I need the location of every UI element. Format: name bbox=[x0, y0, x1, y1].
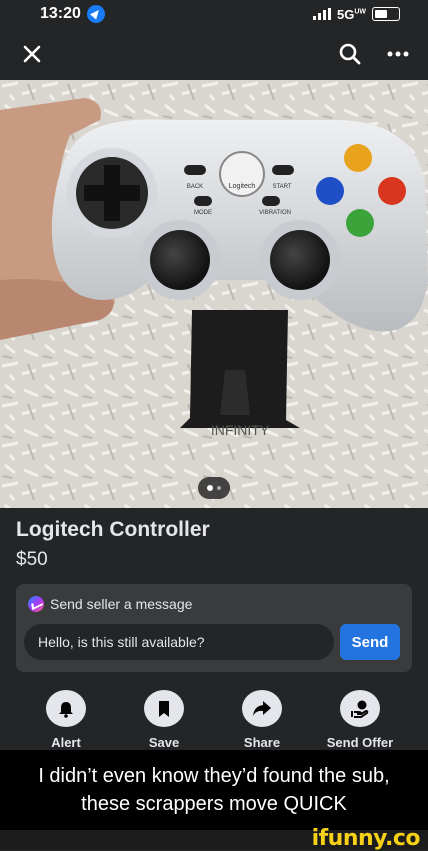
listing-photo[interactable]: INFINITY Logitech BACK START MODE VIBRAT… bbox=[0, 80, 428, 508]
save-action[interactable]: Save bbox=[115, 690, 213, 750]
listing-title: Logitech Controller bbox=[16, 518, 210, 541]
send-offer-action[interactable]: Send Offer bbox=[311, 690, 409, 750]
more-icon[interactable] bbox=[382, 38, 414, 70]
bell-icon[interactable] bbox=[46, 690, 86, 727]
image-pager-dots[interactable] bbox=[198, 477, 230, 499]
search-icon[interactable] bbox=[334, 38, 366, 70]
brand-text: Logitech bbox=[229, 183, 256, 190]
send-button[interactable]: Send bbox=[340, 624, 400, 660]
alert-action[interactable]: Alert bbox=[17, 690, 115, 750]
message-header: Send seller a message bbox=[28, 596, 192, 612]
status-time: 13:20 bbox=[40, 5, 105, 23]
status-indicators: 5GUW bbox=[312, 6, 400, 22]
network-label: 5GUW bbox=[336, 6, 366, 22]
status-bar: 13:20 5GUW bbox=[0, 0, 428, 28]
message-seller-card: Send seller a message Send bbox=[16, 584, 412, 672]
top-nav bbox=[0, 30, 428, 78]
battery-icon bbox=[372, 7, 400, 21]
controller-photo-illustration: INFINITY Logitech BACK START MODE VIBRAT… bbox=[0, 80, 428, 508]
location-icon bbox=[86, 5, 105, 23]
mount-text: INFINITY bbox=[211, 422, 270, 438]
time-text: 13:20 bbox=[40, 5, 81, 22]
ifunny-watermark: ifunny.co bbox=[311, 826, 421, 851]
share-label: Share bbox=[243, 735, 281, 750]
message-header-label: Send seller a message bbox=[50, 596, 193, 612]
signal-icon bbox=[312, 8, 331, 20]
share-action[interactable]: Share bbox=[213, 690, 311, 750]
message-input[interactable] bbox=[24, 624, 334, 660]
start-text: START bbox=[272, 184, 291, 190]
bookmark-icon[interactable] bbox=[144, 690, 184, 727]
back-text: BACK bbox=[187, 184, 203, 190]
save-label: Save bbox=[148, 735, 180, 750]
listing-price: $50 bbox=[16, 549, 48, 570]
meme-caption: I didn’t even know they’d found the sub,… bbox=[0, 750, 428, 830]
messenger-icon bbox=[28, 596, 44, 612]
vibration-text: VIBRATION bbox=[259, 210, 291, 216]
alert-label: Alert bbox=[51, 735, 81, 750]
mode-text: MODE bbox=[194, 210, 212, 216]
close-icon[interactable] bbox=[16, 38, 48, 70]
send-offer-label: Send Offer bbox=[326, 735, 394, 750]
share-icon[interactable] bbox=[242, 690, 282, 727]
action-row: Alert Save Share Send Offer bbox=[0, 690, 428, 750]
offer-icon[interactable] bbox=[340, 690, 380, 727]
